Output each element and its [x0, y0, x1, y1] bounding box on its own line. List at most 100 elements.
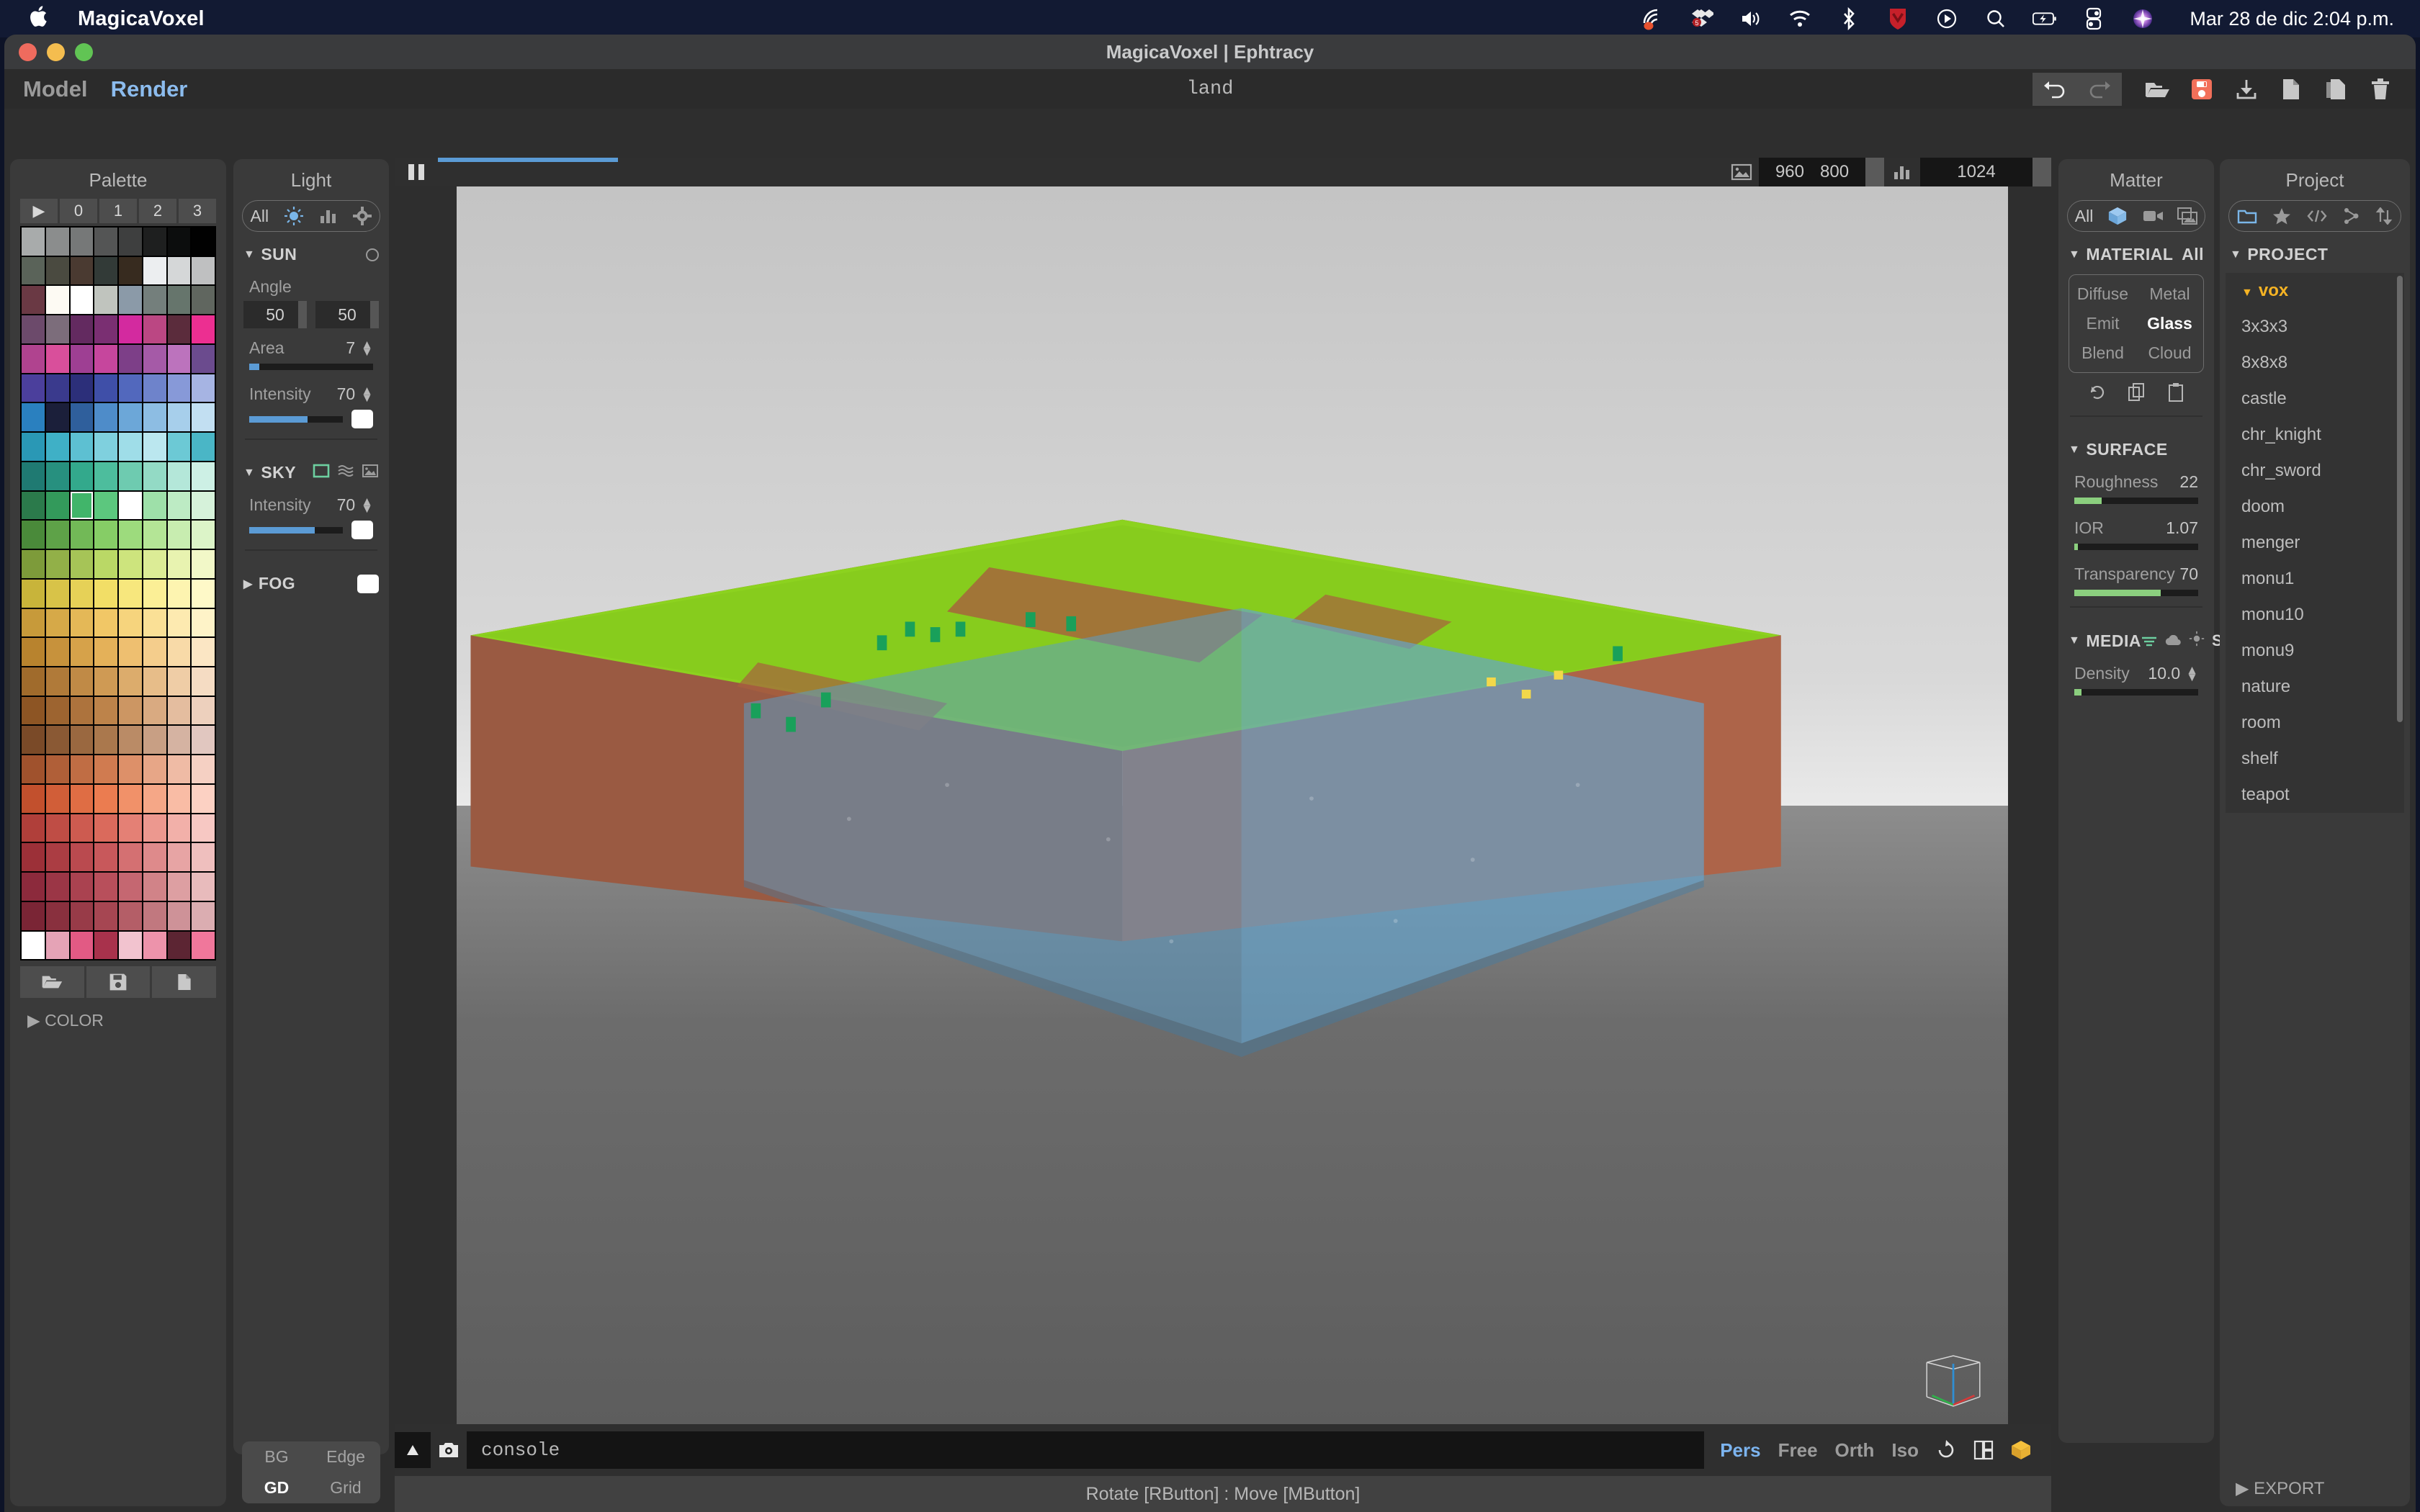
palette-swatch[interactable]: [45, 696, 69, 725]
palette-swatch[interactable]: [70, 901, 94, 930]
palette-swatch[interactable]: [94, 344, 117, 373]
palette-swatch[interactable]: [192, 433, 215, 461]
folder-icon[interactable]: [2237, 208, 2257, 224]
sun-angle-1-input[interactable]: 50: [243, 301, 307, 328]
project-item-monu1[interactable]: monu1: [2226, 561, 2404, 597]
render-width[interactable]: 960: [1775, 162, 1804, 182]
palette-swatch[interactable]: [143, 228, 166, 256]
roughness-value[interactable]: 22: [2179, 472, 2198, 492]
absorb-icon[interactable]: [2141, 631, 2157, 651]
menubar-app-name[interactable]: MagicaVoxel: [78, 7, 205, 31]
palette-swatch[interactable]: [45, 814, 69, 842]
palette-swatch[interactable]: [167, 814, 191, 842]
palette-swatch[interactable]: [22, 521, 45, 549]
palette-swatch[interactable]: [70, 344, 94, 373]
palette-swatch[interactable]: [143, 462, 166, 490]
palette-swatch[interactable]: [119, 228, 142, 256]
project-list-scrollbar[interactable]: [2397, 276, 2403, 722]
palette-swatch[interactable]: [119, 403, 142, 432]
palette-swatch[interactable]: [94, 256, 117, 285]
palette-swatch[interactable]: [167, 843, 191, 872]
palette-swatch[interactable]: [119, 638, 142, 667]
palette-swatch[interactable]: [192, 696, 215, 725]
palette-swatch[interactable]: [45, 256, 69, 285]
palette-swatch[interactable]: [22, 784, 45, 813]
palette-swatch[interactable]: [45, 374, 69, 402]
palette-swatch[interactable]: [167, 256, 191, 285]
palette-swatch[interactable]: [94, 228, 117, 256]
density-stepper[interactable]: ▲ ▼: [2186, 664, 2198, 683]
palette-swatch[interactable]: [70, 256, 94, 285]
render-samples-input[interactable]: 1024: [1920, 158, 2033, 186]
palette-swatch[interactable]: [192, 403, 215, 432]
open-button[interactable]: [2135, 73, 2179, 106]
palette-swatch[interactable]: [22, 931, 45, 960]
palette-swatch[interactable]: [70, 608, 94, 637]
palette-swatch[interactable]: [143, 433, 166, 461]
nearby-share-icon[interactable]: [1641, 6, 1665, 31]
palette-swatch[interactable]: [192, 638, 215, 667]
sky-intensity-slider[interactable]: [249, 526, 343, 534]
download-button[interactable]: [2224, 73, 2269, 106]
palette-swatch[interactable]: [143, 873, 166, 901]
render-height[interactable]: 800: [1820, 162, 1849, 182]
palette-swatch[interactable]: [119, 755, 142, 783]
palette-swatch[interactable]: [192, 608, 215, 637]
material-type-cloud[interactable]: Cloud: [2136, 338, 2203, 368]
palette-swatch[interactable]: [70, 315, 94, 343]
cloud-icon[interactable]: [2164, 631, 2182, 651]
fog-color-chip[interactable]: [357, 574, 379, 593]
palette-swatch[interactable]: [167, 755, 191, 783]
spotlight-search-icon[interactable]: [1984, 6, 2008, 31]
palette-swatch[interactable]: [22, 814, 45, 842]
sun-intensity-stepper[interactable]: ▲ ▼: [361, 384, 373, 404]
palette-swatch[interactable]: [143, 579, 166, 608]
palette-swatch[interactable]: [22, 579, 45, 608]
view-mode-orth[interactable]: Orth: [1827, 1439, 1883, 1462]
palette-swatch[interactable]: [22, 901, 45, 930]
battery-charging-icon[interactable]: [2033, 6, 2057, 31]
circle-toggle-icon[interactable]: [366, 248, 379, 261]
project-item-room[interactable]: room: [2226, 705, 2404, 741]
palette-swatch[interactable]: [22, 403, 45, 432]
palette-swatch[interactable]: [22, 228, 45, 256]
density-value[interactable]: 10.0: [2148, 664, 2180, 683]
palette-swatch[interactable]: [143, 755, 166, 783]
palette-swatch[interactable]: [143, 286, 166, 315]
palette-swatch[interactable]: [167, 286, 191, 315]
project-item-shelf[interactable]: shelf: [2226, 741, 2404, 777]
palette-swatch[interactable]: [45, 667, 69, 696]
project-item-chr_sword[interactable]: chr_sword: [2226, 453, 2404, 489]
sky-section-header[interactable]: ▼ SKY: [233, 450, 389, 488]
project-item-teapot[interactable]: teapot: [2226, 777, 2404, 813]
palette-swatch[interactable]: [22, 726, 45, 755]
project-section-header[interactable]: ▼ PROJECT: [2220, 232, 2410, 270]
palette-swatch[interactable]: [22, 843, 45, 872]
palette-tab-3[interactable]: 3: [179, 199, 216, 223]
gear-icon[interactable]: [353, 207, 372, 225]
toggle-grid[interactable]: Grid: [311, 1478, 380, 1498]
palette-swatch[interactable]: [192, 491, 215, 520]
bluetooth-icon[interactable]: [1837, 6, 1861, 31]
camera-icon[interactable]: [2142, 208, 2164, 224]
palette-swatch[interactable]: [143, 814, 166, 842]
gradient-icon[interactable]: [337, 463, 354, 482]
redo-button[interactable]: [2077, 72, 2122, 106]
palette-swatch[interactable]: [45, 228, 69, 256]
resolution-grip[interactable]: [1865, 158, 1884, 186]
light-seg-all[interactable]: All: [251, 207, 269, 226]
project-root-vox[interactable]: ▼ vox: [2226, 273, 2404, 309]
palette-swatch[interactable]: [70, 579, 94, 608]
palette-swatch[interactable]: [192, 726, 215, 755]
sun-area-stepper[interactable]: ▲ ▼: [361, 338, 373, 358]
palette-swatch[interactable]: [94, 726, 117, 755]
palette-swatch[interactable]: [70, 814, 94, 842]
copy-button[interactable]: [2313, 73, 2358, 106]
palette-swatch[interactable]: [70, 755, 94, 783]
project-item-monu10[interactable]: monu10: [2226, 597, 2404, 633]
palette-swatch[interactable]: [143, 491, 166, 520]
palette-swatch[interactable]: [45, 462, 69, 490]
histogram-icon[interactable]: [319, 207, 338, 225]
star-icon[interactable]: [2272, 207, 2291, 225]
palette-swatch[interactable]: [119, 491, 142, 520]
